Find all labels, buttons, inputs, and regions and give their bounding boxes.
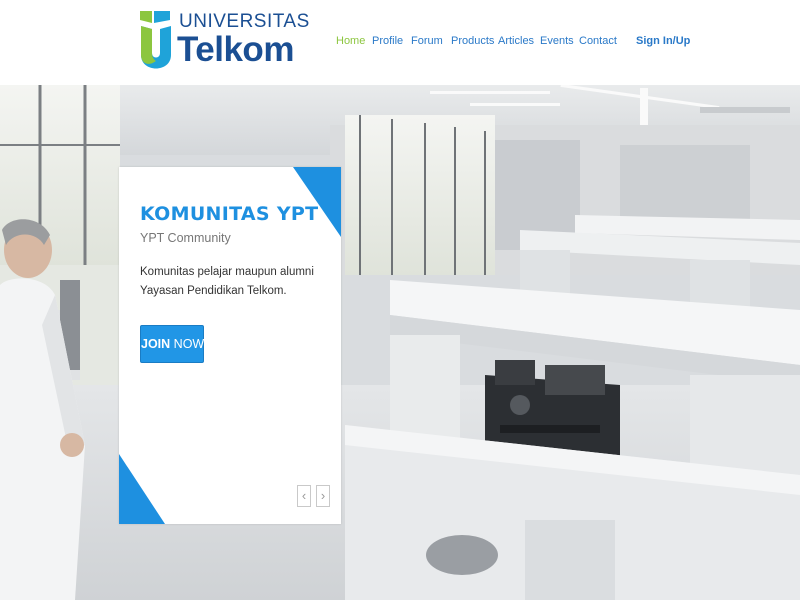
- slide-description: Komunitas pelajar maupun alumni Yayasan …: [140, 266, 314, 297]
- nav-item-forum[interactable]: Forum: [411, 35, 443, 47]
- nav-item-home[interactable]: Home: [336, 35, 365, 47]
- chevron-right-icon[interactable]: ›: [316, 485, 330, 507]
- nav-item-contact[interactable]: Contact: [579, 35, 617, 47]
- logo-text-telkom: Telkom: [177, 30, 294, 69]
- nav-item-articles[interactable]: Articles: [498, 35, 534, 47]
- join-now-button[interactable]: JOIN NOW: [140, 325, 204, 363]
- join-button-label-light: NOW: [173, 337, 205, 351]
- slide-card: KOMUNITAS YPT YPT Community Komunitas pe…: [119, 167, 341, 524]
- slide-subtitle: YPT Community: [140, 231, 231, 245]
- chevron-left-icon[interactable]: ‹: [297, 485, 311, 507]
- nav-item-profile[interactable]: Profile: [372, 35, 403, 47]
- slide-title: KOMUNITAS YPT: [140, 203, 319, 225]
- nav-item-products[interactable]: Products: [451, 35, 494, 47]
- nav-signin-link[interactable]: Sign In/Up: [636, 35, 690, 47]
- logo-u-mark-icon: [140, 11, 171, 69]
- nav-item-events[interactable]: Events: [540, 35, 574, 47]
- card-corner-accent: [119, 454, 165, 524]
- hero-banner: KOMUNITAS YPT YPT Community Komunitas pe…: [0, 85, 800, 600]
- site-header: UNIVERSITAS Telkom Home Profile Forum Pr…: [0, 0, 800, 85]
- join-button-label-bold: JOIN: [141, 337, 171, 351]
- card-corner-accent: [293, 167, 341, 237]
- telkom-university-logo[interactable]: UNIVERSITAS Telkom: [139, 9, 309, 73]
